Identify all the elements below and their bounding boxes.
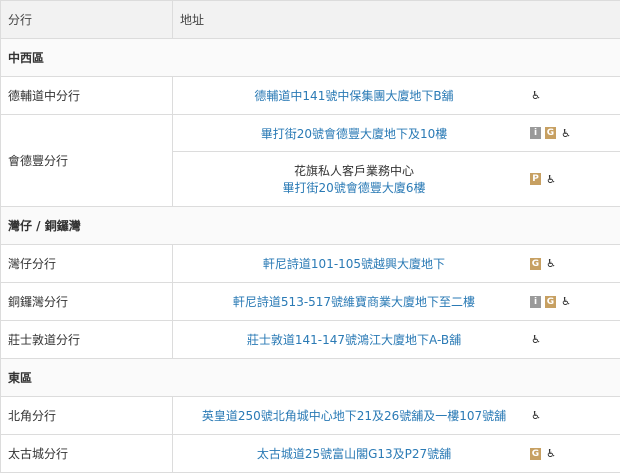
section-title: 中西區	[8, 51, 45, 65]
wheelchair-icon: ♿	[531, 89, 541, 102]
branch-name: 北角分行	[1, 397, 173, 434]
i-icon: i	[530, 127, 541, 139]
branch-name: 會德豐分行	[1, 115, 173, 206]
address-link[interactable]: 德輔道中141號中保集團大廈地下B舖	[254, 87, 453, 104]
facility-icons: ♿	[528, 77, 620, 114]
branch-name: 莊士敦道分行	[1, 321, 173, 358]
table-header: 分行 地址	[1, 0, 620, 39]
branch-row: 北角分行 英皇道250號北角城中心地下21及26號舖及一樓107號舖 ♿	[1, 397, 620, 435]
wheelchair-icon: ♿	[546, 172, 556, 186]
facility-icons: G ♿	[528, 245, 620, 282]
header-address: 地址	[180, 13, 205, 27]
branch-name: 太古城分行	[1, 435, 173, 472]
address-row: 英皇道250號北角城中心地下21及26號舖及一樓107號舖 ♿	[173, 397, 620, 434]
address-cell: 英皇道250號北角城中心地下21及26號舖及一樓107號舖	[173, 397, 528, 434]
branch-row: 會德豐分行 畢打街20號會德豐大廈地下及10樓 i G ♿ 花旗私人客戶業務中心 畢打街20…	[1, 115, 620, 207]
address-row: 軒尼詩道101-105號越興大廈地下 G ♿	[173, 245, 620, 282]
branch-row: 太古城分行 太古城道25號富山閣G13及P27號舖 G ♿	[1, 435, 620, 473]
address-link[interactable]: 畢打街20號會德豐大廈地下及10樓	[261, 125, 448, 142]
branch-row: 銅鑼灣分行 軒尼詩道513-517號維寶商業大廈地下至二樓 i G ♿	[1, 283, 620, 321]
p-icon: P	[530, 173, 541, 185]
g-icon: G	[530, 257, 541, 270]
branch-name: 灣仔分行	[1, 245, 173, 282]
address-link[interactable]: 軒尼詩道101-105號越興大廈地下	[263, 255, 445, 272]
wheelchair-icon: ♿	[561, 126, 571, 140]
section-title: 灣仔 / 銅鑼灣	[8, 219, 81, 233]
branch-table: 分行 地址 中西區 德輔道中分行 德輔道中141號中保集團大廈地下B舖 ♿ 會德豐分行畢…	[0, 0, 620, 473]
branch-row: 灣仔分行 軒尼詩道101-105號越興大廈地下 G ♿	[1, 245, 620, 283]
address-link[interactable]: 太古城道25號富山閣G13及P27號舖	[257, 445, 451, 462]
wheelchair-icon: ♿	[546, 257, 556, 270]
address-cell: 太古城道25號富山閣G13及P27號舖	[173, 435, 528, 472]
section-header: 灣仔 / 銅鑼灣	[1, 207, 620, 245]
branch-row: 德輔道中分行 德輔道中141號中保集團大廈地下B舖 ♿	[1, 77, 620, 115]
address-link[interactable]: 畢打街20號會德豐大廈6樓	[283, 179, 426, 196]
wheelchair-icon: ♿	[561, 295, 571, 308]
address-row: 花旗私人客戶業務中心 畢打街20號會德豐大廈6樓 P ♿	[173, 152, 620, 206]
g-icon: G	[545, 295, 556, 308]
facility-icons: i G ♿	[528, 115, 620, 151]
header-branch: 分行	[1, 1, 173, 38]
g-icon: G	[530, 447, 541, 460]
wheelchair-icon: ♿	[531, 333, 541, 346]
address-label: 花旗私人客戶業務中心	[293, 164, 414, 178]
address-cell: 軒尼詩道513-517號維寶商業大廈地下至二樓	[173, 283, 528, 320]
facility-icons: ♿	[528, 321, 620, 358]
address-link[interactable]: 英皇道250號北角城中心地下21及26號舖及一樓107號舖	[202, 407, 506, 424]
wheelchair-icon: ♿	[531, 409, 541, 422]
facility-icons: G ♿	[528, 435, 620, 472]
branch-name: 銅鑼灣分行	[1, 283, 173, 320]
address-row: 莊士敦道141-147號鴻江大廈地下A-B舖 ♿	[173, 321, 620, 358]
address-row: 軒尼詩道513-517號維寶商業大廈地下至二樓 i G ♿	[173, 283, 620, 320]
facility-icons: ♿	[528, 397, 620, 434]
i-icon: i	[530, 295, 541, 308]
g-icon: G	[545, 127, 556, 139]
address-link[interactable]: 軒尼詩道513-517號維寶商業大廈地下至二樓	[233, 293, 475, 310]
address-cell: 德輔道中141號中保集團大廈地下B舖	[173, 77, 528, 114]
address-link[interactable]: 莊士敦道141-147號鴻江大廈地下A-B舖	[247, 331, 461, 348]
address-cell: 莊士敦道141-147號鴻江大廈地下A-B舖	[173, 321, 528, 358]
section-header: 中西區	[1, 39, 620, 77]
address-row: 德輔道中141號中保集團大廈地下B舖 ♿	[173, 77, 620, 114]
facility-icons: i G ♿	[528, 283, 620, 320]
address-cell: 花旗私人客戶業務中心 畢打街20號會德豐大廈6樓	[173, 152, 528, 206]
branch-row: 莊士敦道分行 莊士敦道141-147號鴻江大廈地下A-B舖 ♿	[1, 321, 620, 359]
branch-addresses: 畢打街20號會德豐大廈地下及10樓 i G ♿ 花旗私人客戶業務中心 畢打街20號會德豐大…	[173, 115, 620, 206]
address-row: 太古城道25號富山閣G13及P27號舖 G ♿	[173, 435, 620, 472]
address-cell: 畢打街20號會德豐大廈地下及10樓	[173, 115, 528, 151]
branch-name: 德輔道中分行	[1, 77, 173, 114]
facility-icons: P ♿	[528, 152, 620, 206]
section-title: 東區	[8, 371, 33, 385]
address-cell: 軒尼詩道101-105號越興大廈地下	[173, 245, 528, 282]
address-row: 畢打街20號會德豐大廈地下及10樓 i G ♿	[173, 115, 620, 152]
table-body: 中西區 德輔道中分行 德輔道中141號中保集團大廈地下B舖 ♿ 會德豐分行 畢打街20號會…	[1, 39, 620, 473]
section-header: 東區	[1, 359, 620, 397]
wheelchair-icon: ♿	[546, 447, 556, 460]
